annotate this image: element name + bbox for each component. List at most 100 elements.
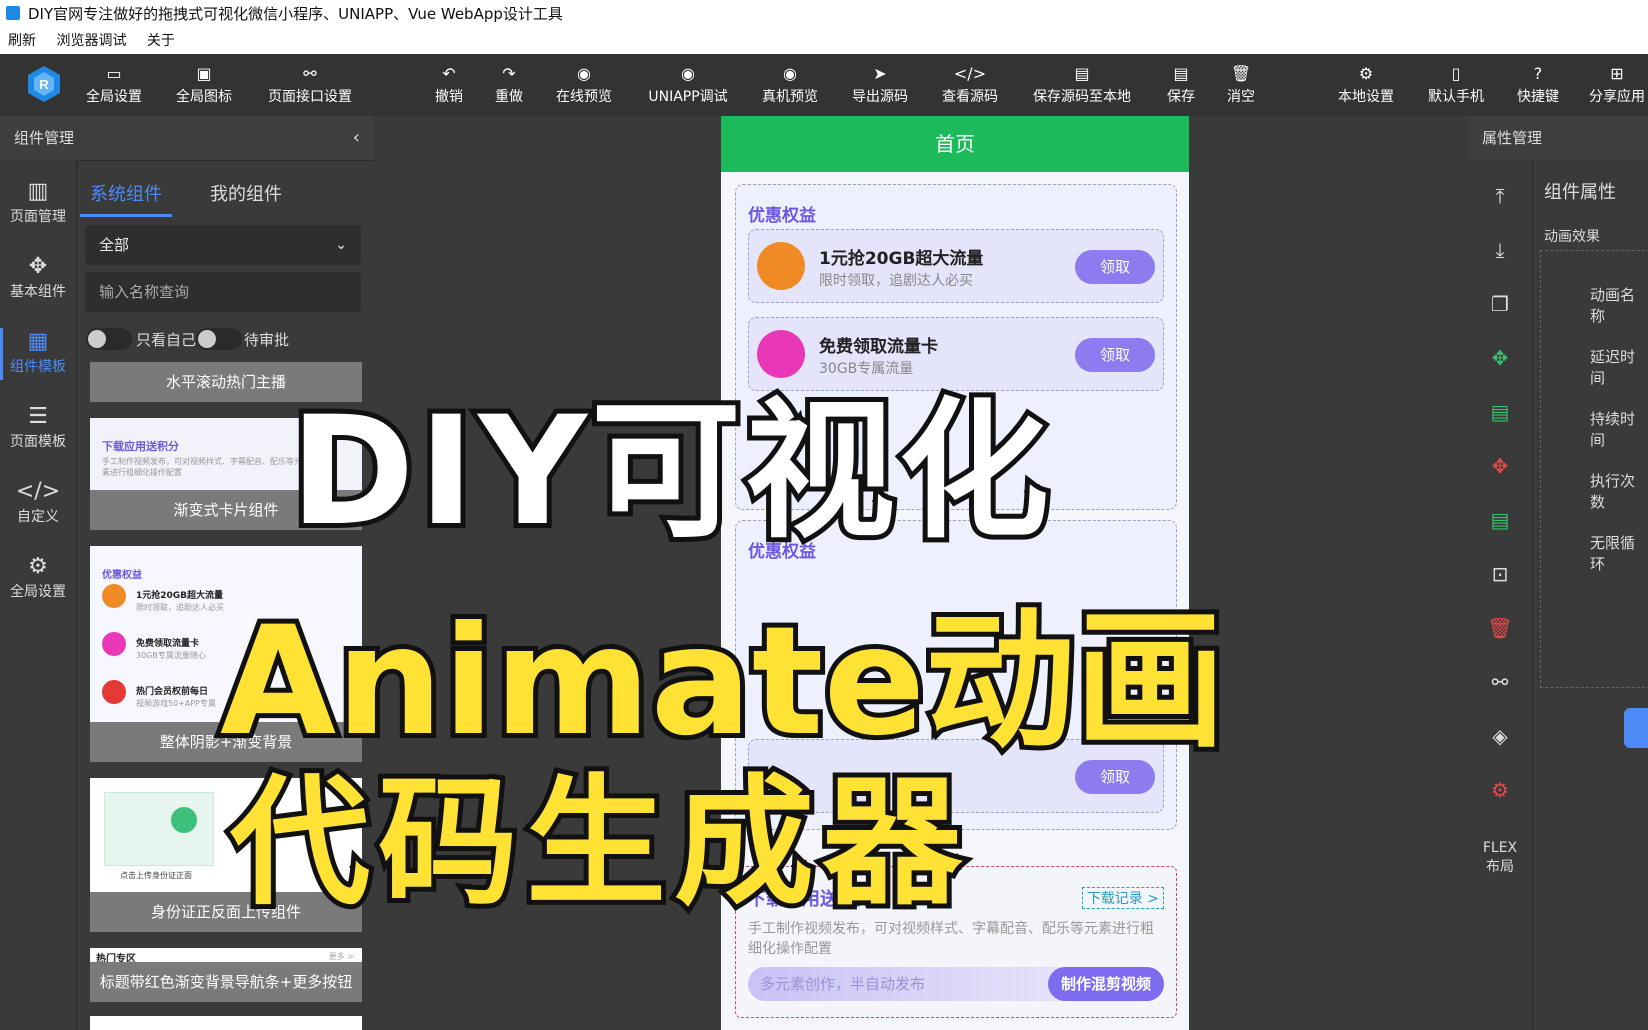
- phone-icon: ▯: [1451, 64, 1461, 83]
- right-toolbar: [1468, 160, 1533, 1030]
- benefit-item[interactable]: 1元抢20GB超大流量 限时领取，追剧达人必买 领取: [748, 229, 1164, 303]
- nav-custom[interactable]: </> 自定义: [0, 478, 76, 526]
- menubar: 刷新 浏览器调试 关于: [0, 28, 1648, 55]
- puzzle-icon: ✥: [28, 254, 48, 279]
- toolbar: [0, 54, 1648, 116]
- card-preview-item: 1元抢20GB超大流量: [136, 591, 224, 601]
- pending-label: 待审批: [244, 331, 290, 349]
- share-app-button[interactable]: ⊞ 分享应用: [1586, 62, 1648, 112]
- nav-page-management[interactable]: ▥ 页面管理: [0, 178, 76, 226]
- redo-icon: ↷: [502, 64, 516, 83]
- move-bottom-icon[interactable]: ⤓: [1486, 238, 1514, 262]
- ticket-icon: [102, 584, 126, 608]
- layers-icon[interactable]: ◈: [1486, 724, 1514, 748]
- menu-refresh[interactable]: 刷新: [8, 33, 36, 49]
- overlay-title-line3: 代码生成器: [225, 757, 971, 930]
- export-source-button[interactable]: ➤ 导出源码: [848, 62, 912, 112]
- ad-icon: ▣: [196, 64, 212, 83]
- svg-text:R: R: [39, 77, 49, 92]
- nav-component-templates[interactable]: ▦ 组件模板: [0, 328, 76, 380]
- download-record-link[interactable]: 下载记录 >: [1081, 887, 1164, 909]
- search-input[interactable]: 输入名称查询: [85, 272, 361, 312]
- gear-icon: ⚙: [28, 554, 48, 579]
- view-source-button[interactable]: </> 查看源码: [938, 62, 1002, 112]
- card-preview-item: 免费领取流量卡: [136, 639, 200, 649]
- only-mine-toggle[interactable]: [86, 328, 132, 350]
- trash-icon: 🗑: [1230, 64, 1252, 83]
- card-preview: [90, 1016, 362, 1030]
- trash-icon[interactable]: 🗑: [1486, 616, 1514, 640]
- fire-icon: [102, 680, 126, 704]
- send-icon: ➤: [873, 64, 887, 83]
- document-add-icon[interactable]: ▤: [1486, 508, 1514, 532]
- puzzle-remove-icon[interactable]: ✥: [1486, 454, 1514, 478]
- link-icon[interactable]: ⚯: [1486, 670, 1514, 694]
- menu-about[interactable]: 关于: [147, 33, 175, 49]
- nav-global-settings[interactable]: ⚙ 全局设置: [0, 553, 76, 601]
- tab-my-components[interactable]: 我的组件: [210, 180, 282, 206]
- make-video-button[interactable]: 制作混剪视频: [1048, 967, 1164, 1001]
- document-icon[interactable]: ▤: [1486, 400, 1514, 424]
- global-settings-button[interactable]: ▭ 全局设置: [82, 62, 146, 112]
- template-icon: ▦: [27, 329, 49, 354]
- claim-button[interactable]: 领取: [1075, 250, 1155, 284]
- prop-duration: 持续时间: [1590, 410, 1636, 449]
- move-top-icon[interactable]: ⤒: [1486, 184, 1514, 208]
- window-titlebar: DIY官网专注做好的拖拽式可视化微信小程序、UNIAPP、Vue WebApp设…: [0, 0, 1648, 28]
- clear-button[interactable]: 🗑 消空: [1224, 62, 1258, 112]
- eye-icon: ◉: [681, 64, 695, 83]
- device-preview-button[interactable]: ◉ 真机预览: [758, 62, 822, 112]
- puzzle-icon[interactable]: ✥: [1486, 346, 1514, 370]
- window-title: DIY官网专注做好的拖拽式可视化微信小程序、UNIAPP、Vue WebApp设…: [28, 5, 563, 23]
- default-phone-button[interactable]: ▯ 默认手机: [1424, 62, 1488, 112]
- card-preview-item: 热门会员权前每日: [136, 687, 209, 697]
- prop-animation-name: 动画名称: [1590, 286, 1636, 325]
- card-preview-text: 手工制作视频发布，可对视频样式、字幕配音、配乐等元素进行粗细化操作配置: [102, 457, 302, 477]
- card-preview-title: 下载应用送积分: [102, 440, 179, 453]
- claim-button[interactable]: 领取: [1075, 338, 1155, 372]
- flex-layout-button[interactable]: FLEX 布局: [1476, 840, 1524, 876]
- phone-header: 首页: [721, 116, 1189, 172]
- chevron-down-icon: ⌄: [335, 237, 347, 253]
- card-preview-text: 点击上传身份证正面: [120, 871, 192, 880]
- global-icons-button[interactable]: ▣ 全局图标: [172, 62, 236, 112]
- section-animation: 动画效果: [1544, 229, 1600, 245]
- local-settings-button[interactable]: ⚙ 本地设置: [1334, 62, 1398, 112]
- logo-icon: R: [28, 66, 60, 102]
- apply-button[interactable]: [1624, 708, 1648, 748]
- pending-toggle[interactable]: [196, 328, 242, 350]
- nav-basic-components[interactable]: ✥ 基本组件: [0, 253, 76, 301]
- save-button[interactable]: ▤ 保存: [1164, 62, 1198, 112]
- eye-icon: ◉: [577, 64, 591, 83]
- prop-iterations: 执行次数: [1590, 472, 1636, 511]
- overlay-title-line1: DIY可视化: [285, 380, 1054, 564]
- nav-page-templates[interactable]: ☰ 页面模板: [0, 403, 76, 451]
- tab-component-properties[interactable]: 组件属性: [1544, 178, 1616, 204]
- shortcut-button[interactable]: ? 快捷键: [1514, 62, 1562, 112]
- right-panel-title: 属性管理: [1482, 129, 1543, 147]
- save-local-button[interactable]: ▤ 保存源码至本地: [1028, 62, 1136, 112]
- menu-browser-debug[interactable]: 浏览器调试: [56, 33, 126, 49]
- card-preview-desc: 30GB专属流量随心: [136, 651, 206, 660]
- redo-button[interactable]: ↷ 重做: [492, 62, 526, 112]
- category-select[interactable]: 全部 ⌄: [85, 225, 361, 265]
- uniapp-debug-button[interactable]: ◉ UNIAPP调试: [644, 62, 732, 112]
- card-preview-more: 更多 >: [328, 952, 354, 961]
- copy-icon[interactable]: ❐: [1486, 292, 1514, 316]
- tab-system-components[interactable]: 系统组件: [90, 180, 162, 206]
- undo-button[interactable]: ↶ 撤销: [432, 62, 466, 112]
- card-caption[interactable]: 标题带红色渐变背景导航条+更多按钮: [90, 962, 362, 1002]
- eye-icon: ◉: [783, 64, 797, 83]
- link-icon: ⚯: [303, 64, 317, 83]
- right-panel-header: 属性管理: [1468, 116, 1648, 160]
- page-api-settings-button[interactable]: ⚯ 页面接口设置: [262, 62, 358, 112]
- unlock-icon[interactable]: ⊡: [1486, 562, 1514, 586]
- ticket-icon: [757, 242, 805, 290]
- settings-code-icon: ▭: [106, 64, 122, 83]
- app-icon: [6, 6, 20, 20]
- online-preview-button[interactable]: ◉ 在线预览: [552, 62, 616, 112]
- left-panel-title: 组件管理: [14, 129, 75, 147]
- gear-icon[interactable]: ⚙: [1486, 778, 1514, 802]
- code-icon: </>: [953, 64, 987, 83]
- collapse-icon[interactable]: ‹: [353, 116, 360, 160]
